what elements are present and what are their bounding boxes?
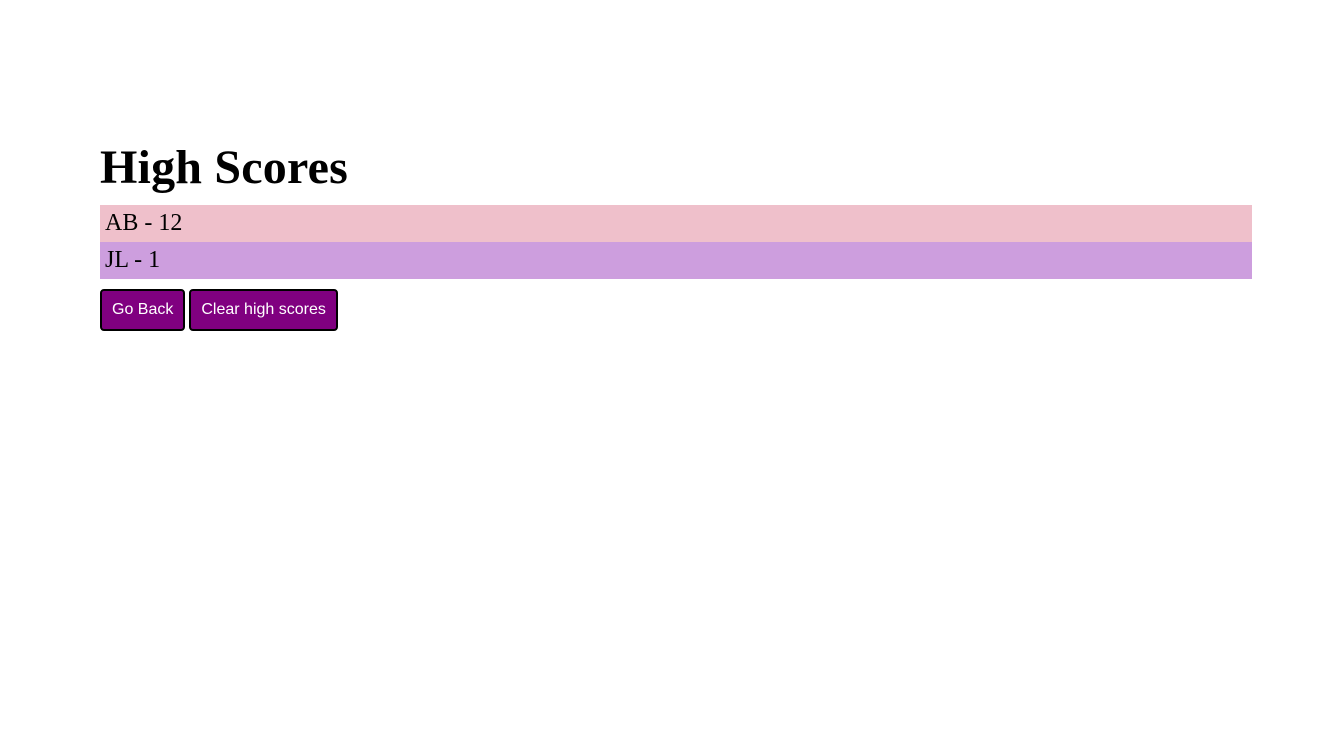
- button-group: Go Back Clear high scores: [100, 289, 1252, 331]
- score-item-2: JL - 1: [100, 242, 1252, 279]
- clear-high-scores-button[interactable]: Clear high scores: [189, 289, 338, 331]
- high-scores-list: AB - 12 JL - 1: [100, 205, 1252, 279]
- page-title: High Scores: [100, 141, 348, 194]
- score-item-1: AB - 12: [100, 205, 1252, 242]
- go-back-button[interactable]: Go Back: [100, 289, 186, 331]
- high-scores-section: High Scores AB - 12 JL - 1 Go Back Clear…: [100, 140, 1252, 331]
